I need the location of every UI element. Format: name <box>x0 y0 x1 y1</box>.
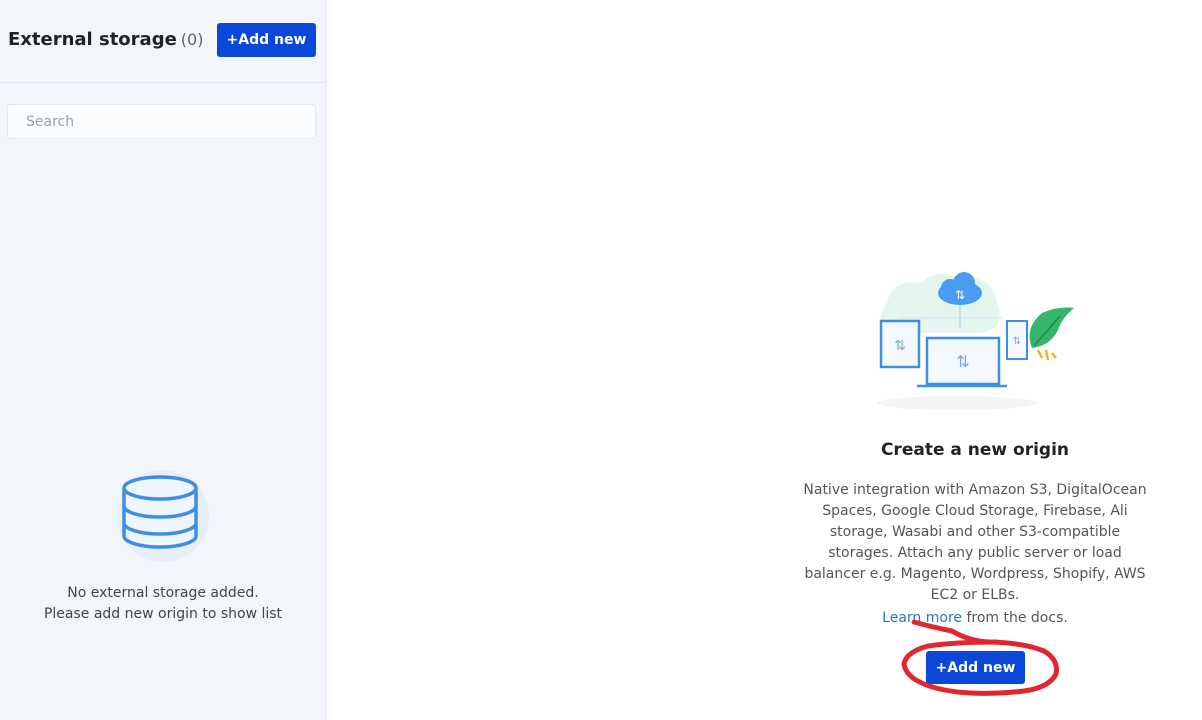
learn-more-suffix: from the docs. <box>962 610 1068 626</box>
sidebar-add-new-button[interactable]: +Add new <box>217 23 316 57</box>
create-origin-title: Create a new origin <box>880 440 1070 460</box>
learn-more-line: Learn more from the docs. <box>800 610 1150 626</box>
sidebar-title: External storage (0) <box>8 29 203 50</box>
svg-text:⇅: ⇅ <box>894 338 906 354</box>
main-add-new-button[interactable]: +Add new <box>926 651 1025 684</box>
svg-text:⇅: ⇅ <box>956 352 969 371</box>
learn-more-link[interactable]: Learn more <box>882 610 962 626</box>
search-input[interactable] <box>7 104 316 139</box>
svg-text:⇅: ⇅ <box>955 288 965 302</box>
empty-state-line1: No external storage added. <box>67 585 259 601</box>
sidebar-header: External storage (0) +Add new <box>0 0 326 83</box>
empty-state-message: No external storage added. Please add ne… <box>0 583 326 625</box>
empty-state-line2: Please add new origin to show list <box>43 606 283 622</box>
svg-text:⇅: ⇅ <box>1013 336 1021 347</box>
cloud-devices-illustration: ⇅ ⇅ ⇅ ⇅ <box>877 272 1074 410</box>
sidebar: External storage(0) +Add new No external… <box>0 0 326 720</box>
database-icon <box>117 470 209 562</box>
storage-count: (0) <box>180 30 204 49</box>
create-origin-description: Native integration with Amazon S3, Digit… <box>803 482 1147 603</box>
sidebar-title-text: External storage <box>8 29 177 50</box>
